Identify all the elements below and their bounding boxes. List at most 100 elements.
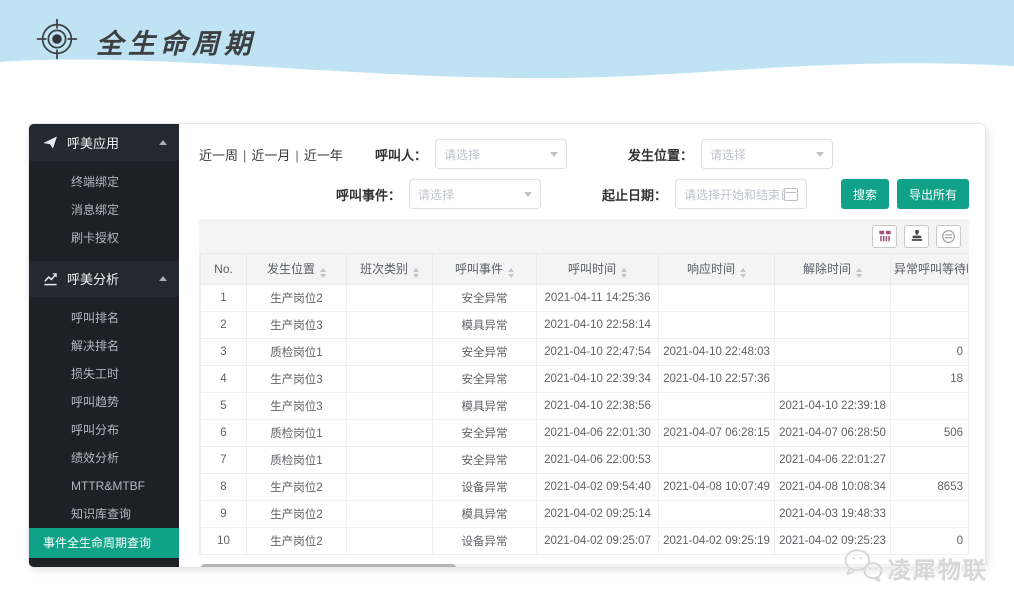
table-cell: 生产岗位2 bbox=[247, 528, 347, 555]
wechat-icon bbox=[842, 548, 884, 587]
quick-range-link[interactable]: 近一年 bbox=[304, 148, 343, 163]
table-cell bbox=[891, 501, 970, 528]
sidebar-item[interactable]: 呼叫趋势 bbox=[29, 388, 179, 416]
table-body: 1生产岗位2安全异常2021-04-11 14:25:362生产岗位3模具异常2… bbox=[201, 285, 970, 555]
sort-icon bbox=[856, 268, 862, 278]
table-cell: 安全异常 bbox=[433, 366, 537, 393]
sidebar-item[interactable]: 损失工时 bbox=[29, 360, 179, 388]
event-select[interactable]: 请选择 bbox=[409, 179, 541, 209]
table-cell: 2021-04-10 22:39:34 bbox=[537, 366, 659, 393]
column-header[interactable]: 发生位置 bbox=[247, 254, 347, 285]
table-cell bbox=[775, 312, 891, 339]
sidebar-item[interactable]: 呼叫排名 bbox=[29, 304, 179, 332]
sidebar-item[interactable]: 呼叫分布 bbox=[29, 416, 179, 444]
columns-icon bbox=[878, 229, 892, 243]
table-cell: 2021-04-10 22:47:54 bbox=[537, 339, 659, 366]
quick-range-link[interactable]: 近一周 bbox=[199, 148, 238, 163]
table-cell: 506 bbox=[891, 420, 970, 447]
analysis-icon bbox=[43, 271, 58, 286]
sort-icon bbox=[413, 268, 419, 278]
column-header[interactable]: 异常呼叫等待时间 bbox=[891, 254, 970, 285]
table-cell: 2021-04-02 09:25:14 bbox=[537, 501, 659, 528]
table-cell: 生产岗位3 bbox=[247, 312, 347, 339]
sidebar-item-active[interactable]: 事件全生命周期查询 bbox=[29, 528, 179, 558]
table-cell: 生产岗位2 bbox=[247, 501, 347, 528]
table-cell bbox=[775, 285, 891, 312]
column-header[interactable]: 响应时间 bbox=[659, 254, 775, 285]
sidebar-item[interactable]: 终端绑定 bbox=[29, 168, 179, 196]
export-stamp-button[interactable] bbox=[904, 225, 929, 248]
column-header[interactable]: 班次类别 bbox=[347, 254, 433, 285]
table-cell: 2021-04-08 10:08:34 bbox=[775, 474, 891, 501]
table-cell: 7 bbox=[201, 447, 247, 474]
column-header[interactable]: 呼叫时间 bbox=[537, 254, 659, 285]
caller-select[interactable]: 请选择 bbox=[435, 139, 567, 169]
event-label: 呼叫事件： bbox=[331, 185, 401, 204]
table-cell: 8653 bbox=[891, 474, 970, 501]
sidebar-item[interactable]: 绩效分析 bbox=[29, 444, 179, 472]
table-row: 7质检岗位1安全异常2021-04-06 22:00:532021-04-06 … bbox=[201, 447, 970, 474]
table-row: 9生产岗位2模具异常2021-04-02 09:25:142021-04-03 … bbox=[201, 501, 970, 528]
separator: | bbox=[243, 148, 246, 163]
table-cell: 10 bbox=[201, 528, 247, 555]
separator: | bbox=[295, 148, 298, 163]
table-cell: 18 bbox=[891, 366, 970, 393]
table-cell: 2021-04-03 19:48:33 bbox=[775, 501, 891, 528]
table-wrapper: No.发生位置班次类别呼叫事件呼叫时间响应时间解除时间异常呼叫等待时间 1生产岗… bbox=[199, 253, 969, 555]
print-button[interactable] bbox=[936, 225, 961, 248]
sidebar-section-header-1[interactable]: 呼美分析 bbox=[29, 261, 179, 298]
scrollbar-thumb[interactable] bbox=[201, 564, 456, 568]
table-cell: 2021-04-10 22:48:03 bbox=[659, 339, 775, 366]
sidebar-item[interactable]: 知识库查询 bbox=[29, 500, 179, 528]
table-row: 3质检岗位1安全异常2021-04-10 22:47:542021-04-10 … bbox=[201, 339, 970, 366]
print-icon bbox=[941, 229, 956, 244]
table-cell: 质检岗位1 bbox=[247, 420, 347, 447]
content-area: 近一周|近一月|近一年 呼叫人： 请选择 发生位置： 请选择 呼叫事件： 请选择… bbox=[179, 124, 985, 567]
column-header[interactable]: 呼叫事件 bbox=[433, 254, 537, 285]
sort-icon bbox=[320, 268, 326, 278]
chevron-down-icon bbox=[550, 152, 558, 157]
table-cell bbox=[347, 285, 433, 312]
quick-range-link[interactable]: 近一月 bbox=[251, 148, 290, 163]
filter-row-1: 近一周|近一月|近一年 呼叫人： 请选择 发生位置： 请选择 bbox=[199, 139, 969, 169]
table-cell: 生产岗位3 bbox=[247, 393, 347, 420]
table-cell bbox=[659, 312, 775, 339]
sidebar-section-header-0[interactable]: 呼美应用 bbox=[29, 124, 179, 161]
table-cell: 2021-04-11 14:25:36 bbox=[537, 285, 659, 312]
table-cell: 2021-04-06 22:01:30 bbox=[537, 420, 659, 447]
export-stamp-icon bbox=[910, 229, 924, 243]
table-toolbar bbox=[199, 219, 969, 253]
table-cell bbox=[891, 447, 970, 474]
table-cell bbox=[775, 339, 891, 366]
table-cell: 生产岗位2 bbox=[247, 285, 347, 312]
sidebar-item[interactable]: 刷卡授权 bbox=[29, 224, 179, 252]
table-row: 5生产岗位3模具异常2021-04-10 22:38:562021-04-10 … bbox=[201, 393, 970, 420]
brand-watermark: 凌犀物联 bbox=[842, 548, 988, 587]
table-cell bbox=[347, 339, 433, 366]
sidebar-section-label: 呼美应用 bbox=[67, 133, 150, 152]
table-cell: 安全异常 bbox=[433, 285, 537, 312]
table-cell bbox=[659, 501, 775, 528]
table-cell: 设备异常 bbox=[433, 528, 537, 555]
columns-button[interactable] bbox=[872, 225, 897, 248]
column-header[interactable]: 解除时间 bbox=[775, 254, 891, 285]
date-range-input[interactable]: 请选择开始和结束日期 bbox=[675, 179, 807, 209]
sidebar-item[interactable]: MTTR&MTBF bbox=[29, 472, 179, 500]
page-banner: 全生命周期 bbox=[0, 0, 1014, 80]
main-card: 呼美应用终端绑定消息绑定刷卡授权呼美分析呼叫排名解决排名损失工时呼叫趋势呼叫分布… bbox=[28, 123, 986, 568]
wave-decoration bbox=[0, 53, 1014, 81]
chevron-down-icon bbox=[524, 192, 532, 197]
table-row: 8生产岗位2设备异常2021-04-02 09:54:402021-04-08 … bbox=[201, 474, 970, 501]
search-button[interactable]: 搜索 bbox=[841, 179, 889, 209]
chevron-down-icon bbox=[816, 152, 824, 157]
table-cell: 模具异常 bbox=[433, 312, 537, 339]
sidebar-item[interactable]: 解决排名 bbox=[29, 332, 179, 360]
table-cell: 9 bbox=[201, 501, 247, 528]
sidebar-item[interactable]: 消息绑定 bbox=[29, 196, 179, 224]
table-cell bbox=[347, 501, 433, 528]
table-cell: 2021-04-02 09:25:19 bbox=[659, 528, 775, 555]
location-select[interactable]: 请选择 bbox=[701, 139, 833, 169]
table-cell: 2021-04-10 22:38:56 bbox=[537, 393, 659, 420]
caller-label: 呼叫人： bbox=[357, 145, 427, 164]
export-all-button[interactable]: 导出所有 bbox=[897, 179, 969, 209]
